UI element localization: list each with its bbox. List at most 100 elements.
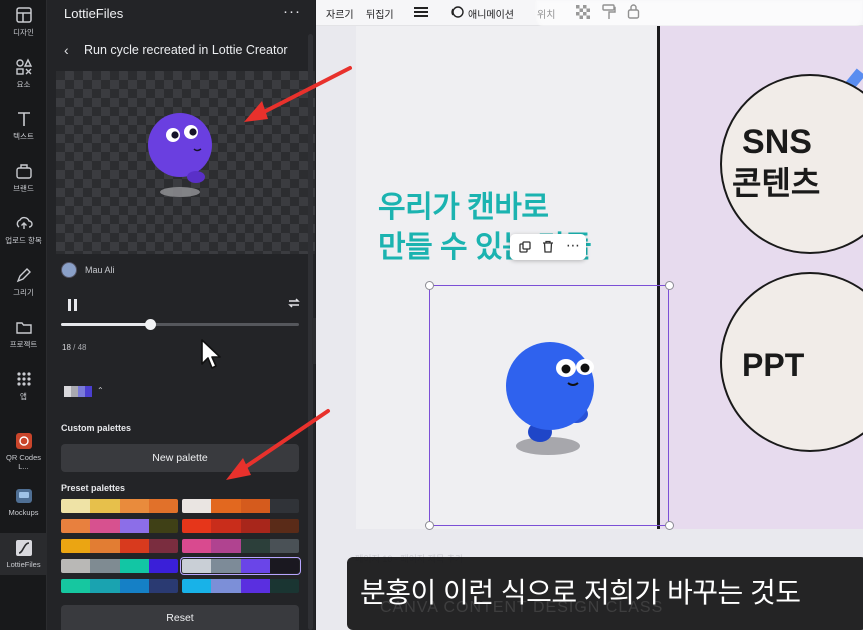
upload-icon bbox=[16, 216, 33, 229]
playback-thumb[interactable] bbox=[145, 319, 157, 330]
palette-color-swatch bbox=[119, 499, 149, 513]
current-palette-toggle[interactable]: ⌃ bbox=[64, 386, 104, 398]
animate-button[interactable]: 애니메이션 bbox=[468, 6, 514, 21]
circle-text: SNS bbox=[742, 123, 812, 161]
pause-icon[interactable] bbox=[67, 298, 79, 312]
trash-icon[interactable] bbox=[542, 240, 554, 253]
palette-swatch bbox=[64, 386, 71, 397]
animation-preview[interactable] bbox=[56, 71, 315, 254]
app-root: 디자인 요소 텍스트 브랜드 업로드 항목 그리기 프로젝트 앱 QR Code… bbox=[0, 0, 863, 630]
rail-item-design[interactable]: 디자인 bbox=[0, 6, 47, 38]
palette-color-swatch bbox=[90, 559, 120, 573]
lottiefiles-app-icon bbox=[15, 540, 32, 556]
resize-handle-top-left[interactable] bbox=[425, 281, 434, 290]
resize-handle-bottom-left[interactable] bbox=[425, 521, 434, 530]
preset-palette[interactable] bbox=[61, 499, 178, 513]
palette-color-swatch bbox=[182, 499, 212, 513]
palette-swatch bbox=[71, 386, 78, 397]
preset-palette[interactable] bbox=[61, 539, 178, 553]
new-palette-button[interactable]: New palette bbox=[61, 444, 299, 472]
palette-color-swatch bbox=[182, 519, 212, 533]
palette-color-swatch bbox=[90, 519, 120, 533]
preset-palette[interactable] bbox=[182, 519, 299, 533]
palette-color-swatch bbox=[90, 579, 120, 593]
palette-color-swatch bbox=[90, 539, 120, 553]
more-icon[interactable]: ⋯ bbox=[566, 237, 580, 254]
palette-color-swatch bbox=[61, 519, 91, 533]
rail-item-mockups[interactable]: Mockups bbox=[0, 487, 47, 517]
rail-item-brand[interactable]: 브랜드 bbox=[0, 162, 47, 194]
preset-palettes-label: Preset palettes bbox=[61, 483, 126, 493]
reset-button[interactable]: Reset bbox=[61, 605, 299, 630]
palette-color-swatch bbox=[269, 519, 299, 533]
palette-color-swatch bbox=[148, 519, 178, 533]
resize-handle-bottom-right[interactable] bbox=[665, 521, 674, 530]
mockups-app-icon bbox=[15, 489, 32, 503]
blue-ball-character-icon bbox=[506, 342, 594, 455]
palette-color-swatch bbox=[240, 519, 270, 533]
palette-color-swatch bbox=[119, 579, 149, 593]
palette-color-swatch bbox=[148, 499, 178, 513]
rail-label: Mockups bbox=[8, 508, 39, 517]
caption-text: 분홍이 이런 식으로 저희가 바꾸는 것도 bbox=[360, 577, 801, 608]
resize-handle-top-right[interactable] bbox=[665, 281, 674, 290]
rail-item-elements[interactable]: 요소 bbox=[0, 58, 47, 90]
rail-item-draw[interactable]: 그리기 bbox=[0, 266, 47, 298]
palette-color-swatch bbox=[211, 539, 241, 553]
palette-color-swatch bbox=[211, 499, 241, 513]
qr-app-icon bbox=[15, 433, 32, 449]
rail-label: 업로드 항목 bbox=[5, 236, 42, 245]
back-button[interactable]: ‹ bbox=[64, 42, 69, 58]
preset-palette[interactable] bbox=[182, 539, 299, 553]
rail-label: QR Codes L... bbox=[5, 453, 41, 471]
loop-icon[interactable] bbox=[287, 296, 301, 310]
panel-header: LottieFiles ··· bbox=[47, 0, 315, 28]
frame-separator: / bbox=[70, 343, 78, 352]
menu-lines-icon[interactable] bbox=[414, 6, 428, 18]
palette-color-swatch bbox=[182, 579, 212, 593]
folder-icon bbox=[15, 322, 32, 334]
rail-label: 그리기 bbox=[13, 288, 34, 297]
preset-palette[interactable] bbox=[182, 499, 299, 513]
rail-item-qr-codes[interactable]: QR Codes L... bbox=[0, 432, 47, 471]
video-caption: CANVA CONTENT DESIGN CLASS 분홍이 이런 식으로 저희… bbox=[347, 557, 863, 630]
rail-item-apps[interactable]: 앱 bbox=[0, 370, 47, 402]
rail-label: 프로젝트 bbox=[9, 340, 38, 349]
text-icon bbox=[17, 112, 30, 126]
palette-color-swatch bbox=[119, 519, 149, 533]
rail-item-uploads[interactable]: 업로드 항목 bbox=[0, 214, 47, 246]
preset-palette[interactable] bbox=[180, 557, 301, 575]
rail-item-projects[interactable]: 프로젝트 bbox=[0, 318, 47, 350]
more-options-button[interactable]: ··· bbox=[283, 3, 301, 20]
palette-swatch bbox=[78, 386, 85, 397]
rail-item-lottiefiles[interactable]: LottieFiles bbox=[0, 533, 47, 575]
palette-color-swatch bbox=[61, 579, 91, 593]
avatar bbox=[61, 262, 77, 278]
rail-label: 앱 bbox=[20, 392, 27, 401]
mouse-cursor-icon bbox=[201, 339, 221, 369]
rail-label: 요소 bbox=[16, 80, 31, 89]
element-context-toolbar: ⋯ bbox=[510, 234, 586, 260]
purple-ball-character-icon bbox=[148, 113, 212, 197]
preset-palette[interactable] bbox=[61, 579, 178, 593]
selected-element[interactable] bbox=[429, 285, 669, 526]
preset-palette[interactable] bbox=[61, 519, 178, 533]
animation-header: ‹ Run cycle recreated in Lottie Creator bbox=[47, 36, 315, 64]
rail-label: 텍스트 bbox=[13, 132, 34, 141]
palette-color-swatch bbox=[119, 559, 149, 573]
duplicate-icon[interactable] bbox=[519, 241, 531, 253]
playback-slider[interactable] bbox=[61, 319, 299, 330]
crop-button[interactable]: 자르기 bbox=[326, 6, 354, 21]
palette-color-swatch bbox=[211, 579, 241, 593]
animate-icon[interactable] bbox=[450, 5, 464, 19]
palette-color-swatch bbox=[148, 539, 178, 553]
palette-swatch bbox=[85, 386, 92, 397]
current-frame: 18 bbox=[62, 343, 71, 352]
flip-button[interactable]: 뒤집기 bbox=[366, 6, 394, 21]
rail-item-text[interactable]: 텍스트 bbox=[0, 110, 47, 142]
palette-color-swatch bbox=[61, 559, 91, 573]
preset-palette[interactable] bbox=[61, 559, 178, 573]
custom-palettes-label: Custom palettes bbox=[61, 423, 132, 433]
circle-text: PPT bbox=[742, 347, 805, 383]
preset-palette[interactable] bbox=[182, 579, 299, 593]
